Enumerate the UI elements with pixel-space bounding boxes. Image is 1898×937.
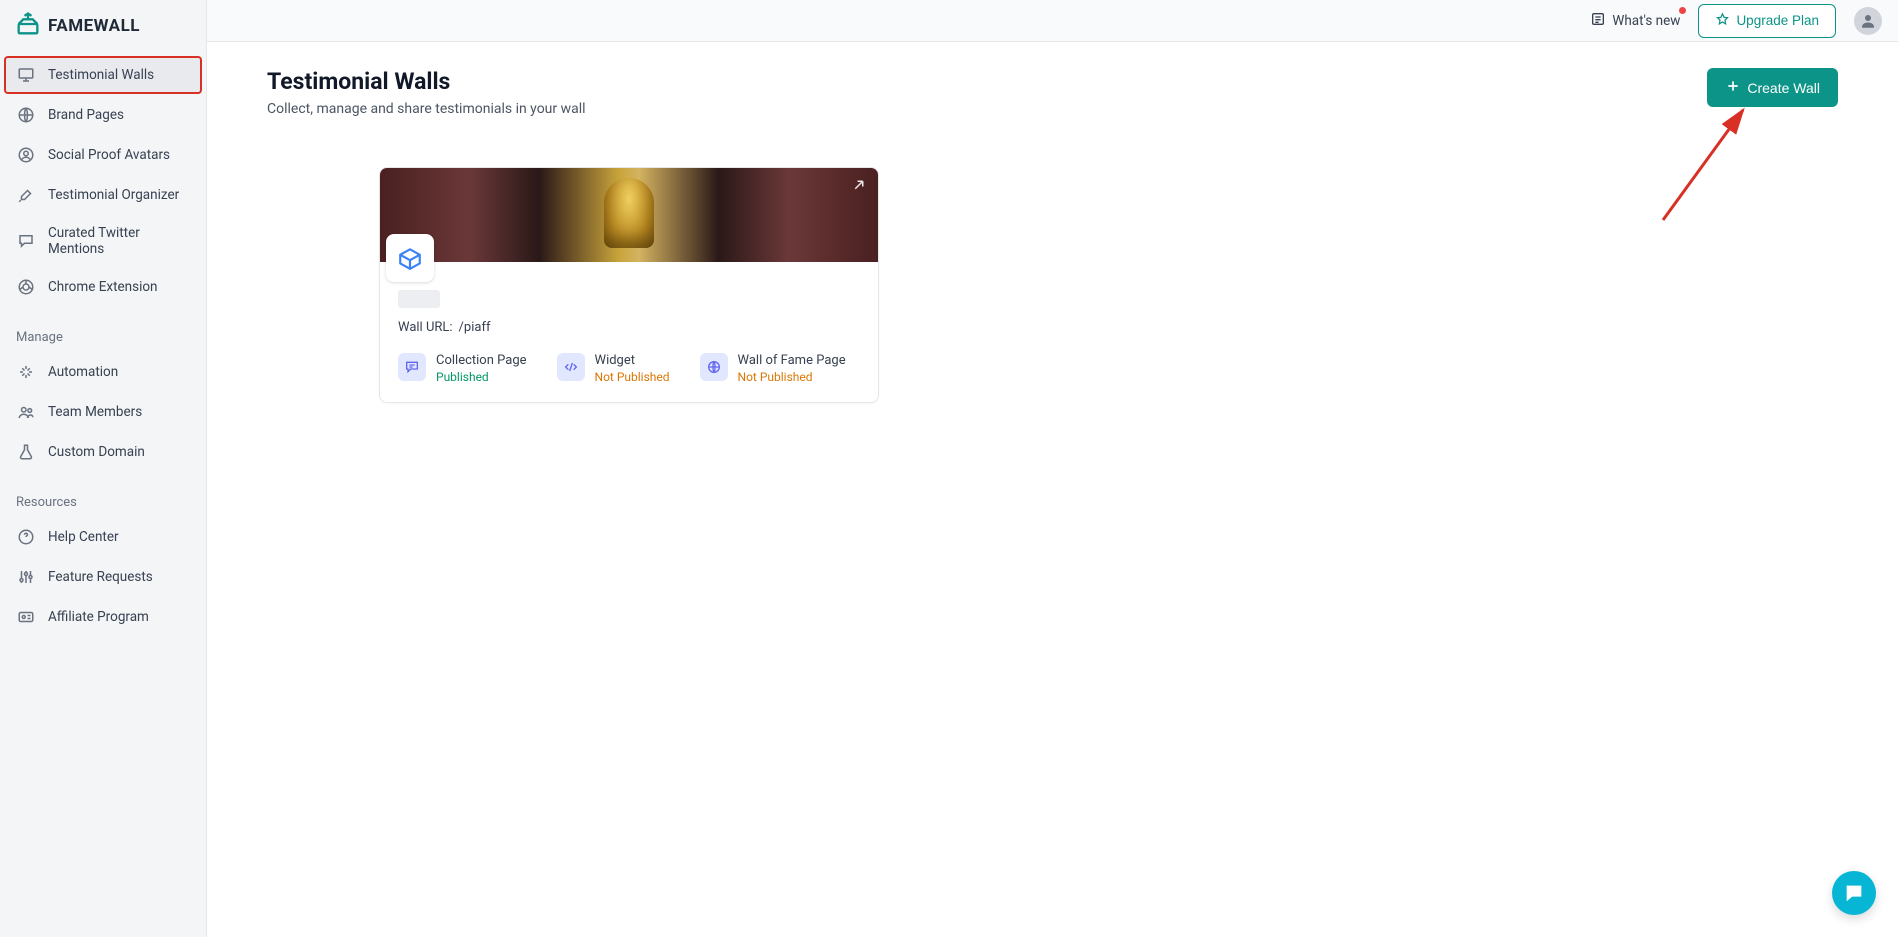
code-icon (557, 353, 585, 381)
sidebar-item-social-proof-avatars[interactable]: Social Proof Avatars (6, 136, 200, 174)
sidebar-item-feature-requests[interactable]: Feature Requests (6, 558, 200, 596)
wall-url: Wall URL: /piaff (398, 320, 860, 335)
stat-label: Collection Page (436, 353, 527, 368)
message-icon (398, 353, 426, 381)
sidebar-item-label: Team Members (48, 404, 142, 420)
sidebar-item-label: Custom Domain (48, 444, 145, 460)
star-icon (1715, 12, 1730, 30)
content: Testimonial Walls Collect, manage and sh… (207, 42, 1898, 937)
sidebar-item-label: Chrome Extension (48, 279, 158, 295)
sidebar-item-automation[interactable]: Automation (6, 353, 200, 391)
whats-new-link[interactable]: What's new (1590, 11, 1680, 31)
sidebar-item-label: Feature Requests (48, 569, 153, 585)
sidebar-item-label: Automation (48, 364, 118, 380)
wall-name-placeholder (398, 290, 440, 308)
sidebar-item-custom-domain[interactable]: Custom Domain (6, 433, 200, 471)
sidebar: FAMEWALL Testimonial Walls Brand Pages S… (0, 0, 207, 937)
sidebar-item-team-members[interactable]: Team Members (6, 393, 200, 431)
stat-widget[interactable]: Widget Not Published (557, 353, 670, 384)
sidebar-item-brand-pages[interactable]: Brand Pages (6, 96, 200, 134)
user-circle-icon (16, 145, 36, 165)
logo-icon (14, 10, 42, 42)
wall-banner (380, 168, 878, 262)
news-icon (1590, 11, 1606, 31)
sidebar-item-label: Help Center (48, 529, 119, 545)
chrome-icon (16, 277, 36, 297)
topbar: What's new Upgrade Plan (207, 0, 1898, 42)
sidebar-item-label: Testimonial Organizer (48, 187, 179, 203)
main: What's new Upgrade Plan Testimonial Wall… (207, 0, 1898, 937)
user-avatar[interactable] (1854, 7, 1882, 35)
help-icon (16, 527, 36, 547)
notification-dot (1679, 7, 1686, 14)
wall-grid: Wall URL: /piaff Collection Page Publish… (267, 167, 1838, 403)
sidebar-item-chrome-extension[interactable]: Chrome Extension (6, 268, 200, 306)
page-header: Testimonial Walls Collect, manage and sh… (267, 68, 1838, 117)
chat-fab[interactable] (1832, 871, 1876, 915)
upgrade-plan-button[interactable]: Upgrade Plan (1698, 4, 1836, 38)
stat-label: Wall of Fame Page (738, 353, 846, 368)
stat-collection-page[interactable]: Collection Page Published (398, 353, 527, 384)
globe-icon (700, 353, 728, 381)
whats-new-label: What's new (1612, 13, 1680, 29)
logo[interactable]: FAMEWALL (0, 0, 206, 56)
sidebar-item-label: Curated Twitter Mentions (48, 225, 190, 257)
chat-icon (16, 231, 36, 251)
sliders-icon (16, 567, 36, 587)
stat-label: Widget (595, 353, 670, 368)
flask-icon (16, 442, 36, 462)
create-wall-button[interactable]: Create Wall (1707, 68, 1838, 107)
expand-icon[interactable] (850, 176, 868, 198)
nav-section-manage: Manage (6, 308, 200, 353)
stat-status: Published (436, 370, 527, 384)
tools-icon (16, 185, 36, 205)
wall-body: Wall URL: /piaff (380, 262, 878, 353)
stat-status: Not Published (595, 370, 670, 384)
sidebar-item-label: Brand Pages (48, 107, 124, 123)
upgrade-label: Upgrade Plan (1736, 13, 1819, 28)
stat-status: Not Published (738, 370, 846, 384)
sidebar-item-label: Affiliate Program (48, 609, 149, 625)
stat-wall-of-fame[interactable]: Wall of Fame Page Not Published (700, 353, 846, 384)
sidebar-item-help-center[interactable]: Help Center (6, 518, 200, 556)
wall-card[interactable]: Wall URL: /piaff Collection Page Publish… (379, 167, 879, 403)
wall-url-label: Wall URL: (398, 320, 453, 335)
wall-stats: Collection Page Published Widget Not Pub… (380, 353, 878, 402)
presentation-icon (16, 65, 36, 85)
sidebar-item-testimonial-walls[interactable]: Testimonial Walls (4, 56, 202, 94)
globe-icon (16, 105, 36, 125)
plus-icon (1725, 78, 1741, 97)
create-wall-label: Create Wall (1747, 80, 1820, 96)
page-subtitle: Collect, manage and share testimonials i… (267, 101, 586, 117)
sparkle-icon (16, 362, 36, 382)
sidebar-item-label: Testimonial Walls (48, 67, 154, 83)
sidebar-item-curated-twitter-mentions[interactable]: Curated Twitter Mentions (6, 216, 200, 266)
wall-url-value: /piaff (459, 320, 491, 335)
sidebar-item-affiliate-program[interactable]: Affiliate Program (6, 598, 200, 636)
nav-section-resources: Resources (6, 473, 200, 518)
sidebar-item-label: Social Proof Avatars (48, 147, 170, 163)
page-title: Testimonial Walls (267, 68, 586, 95)
users-icon (16, 402, 36, 422)
sidebar-item-testimonial-organizer[interactable]: Testimonial Organizer (6, 176, 200, 214)
wall-logo (386, 234, 434, 282)
card-icon (16, 607, 36, 627)
nav-main: Testimonial Walls Brand Pages Social Pro… (0, 56, 206, 638)
logo-text: FAMEWALL (48, 16, 140, 36)
